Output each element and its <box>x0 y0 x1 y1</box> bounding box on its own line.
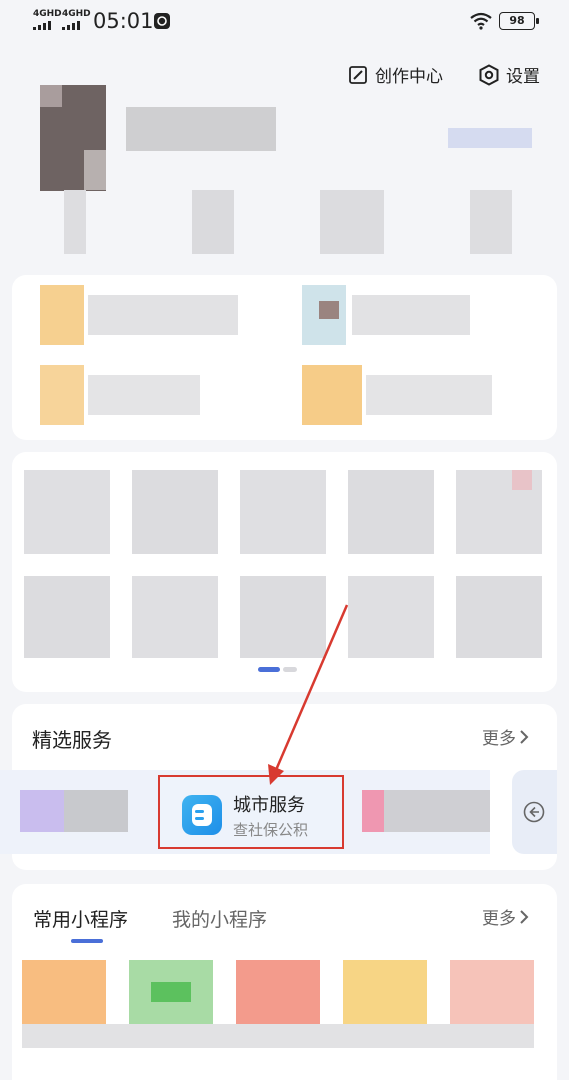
service-item-redacted[interactable] <box>20 790 64 832</box>
wifi-icon <box>470 12 492 30</box>
tab-active-indicator <box>71 939 103 943</box>
city-service-item[interactable]: 城市服务 查社保公积 <box>158 775 344 849</box>
city-service-title: 城市服务 <box>233 795 305 816</box>
shortcut-icon-redacted[interactable] <box>40 285 84 345</box>
edit-icon <box>349 65 367 84</box>
creator-center-link[interactable]: 创作中心 <box>347 62 443 87</box>
shortcut-icon-pixel <box>319 301 339 319</box>
grid-item-redacted[interactable] <box>132 576 218 658</box>
status-bar: 4GHD 4GHD 05:01 98 <box>0 0 569 44</box>
page-indicator-active <box>258 667 280 672</box>
function-grid-card <box>12 452 557 692</box>
grid-item-redacted[interactable] <box>348 470 434 554</box>
carousel-nav[interactable] <box>512 770 557 854</box>
shortcut-icon-redacted[interactable] <box>302 365 362 425</box>
grid-item-redacted[interactable] <box>240 576 326 658</box>
avatar-pixel <box>40 85 62 107</box>
shortcut-icon-redacted[interactable] <box>40 365 84 425</box>
grid-item-redacted[interactable] <box>456 576 542 658</box>
settings-label: 设置 <box>506 67 540 87</box>
grid-item-redacted[interactable] <box>240 470 326 554</box>
signal-label-1: 4GHD <box>33 9 62 19</box>
grid-item-redacted[interactable] <box>24 576 110 658</box>
shortcut-label-redacted <box>88 295 238 335</box>
stat-redacted[interactable] <box>470 190 512 254</box>
service-item-redacted[interactable] <box>362 790 384 832</box>
city-service-icon <box>182 795 222 835</box>
settings-link[interactable]: 设置 <box>478 62 540 87</box>
avatar-pixel <box>84 150 106 190</box>
grid-item-redacted[interactable] <box>348 576 434 658</box>
signal-label-2: 4GHD <box>62 9 91 19</box>
mini-program-icon-pixel <box>151 982 191 1002</box>
tab-common-mini-programs[interactable]: 常用小程序 <box>33 905 128 932</box>
arrow-left-circle-icon <box>523 801 545 823</box>
chevron-right-icon <box>520 909 529 924</box>
grid-item-pixel <box>512 470 532 490</box>
featured-services-title: 精选服务 <box>32 728 112 752</box>
app-notification-icon <box>154 13 170 29</box>
page-indicator <box>283 667 297 672</box>
creator-center-label: 创作中心 <box>375 67 443 87</box>
city-service-subtitle: 查社保公积 <box>233 821 309 839</box>
battery-indicator: 98 <box>499 12 539 30</box>
stat-redacted[interactable] <box>64 190 86 254</box>
member-badge-redacted[interactable] <box>448 128 532 148</box>
shortcut-label-redacted <box>352 295 470 335</box>
mini-programs-more-link[interactable]: 更多 <box>482 904 530 929</box>
grid-item-redacted[interactable] <box>24 470 110 554</box>
shortcut-label-redacted <box>366 375 492 415</box>
mini-programs-more-label: 更多 <box>482 909 516 929</box>
stat-redacted[interactable] <box>192 190 234 254</box>
shortcut-card <box>12 275 557 440</box>
clock: 05:01 <box>93 9 154 33</box>
chevron-right-icon <box>520 729 529 744</box>
settings-icon <box>479 63 499 86</box>
signal-icon <box>33 20 51 30</box>
tab-my-mini-programs[interactable]: 我的小程序 <box>172 905 267 932</box>
stat-redacted[interactable] <box>320 190 384 254</box>
shortcut-label-redacted <box>88 375 200 415</box>
featured-more-label: 更多 <box>482 729 516 749</box>
signal-icon <box>62 20 80 30</box>
grid-item-redacted[interactable] <box>132 470 218 554</box>
service-label-redacted <box>384 790 490 832</box>
service-label-redacted <box>64 790 128 832</box>
featured-more-link[interactable]: 更多 <box>482 724 530 749</box>
username-redacted <box>126 107 276 151</box>
mini-program-labels-redacted <box>22 1024 534 1048</box>
